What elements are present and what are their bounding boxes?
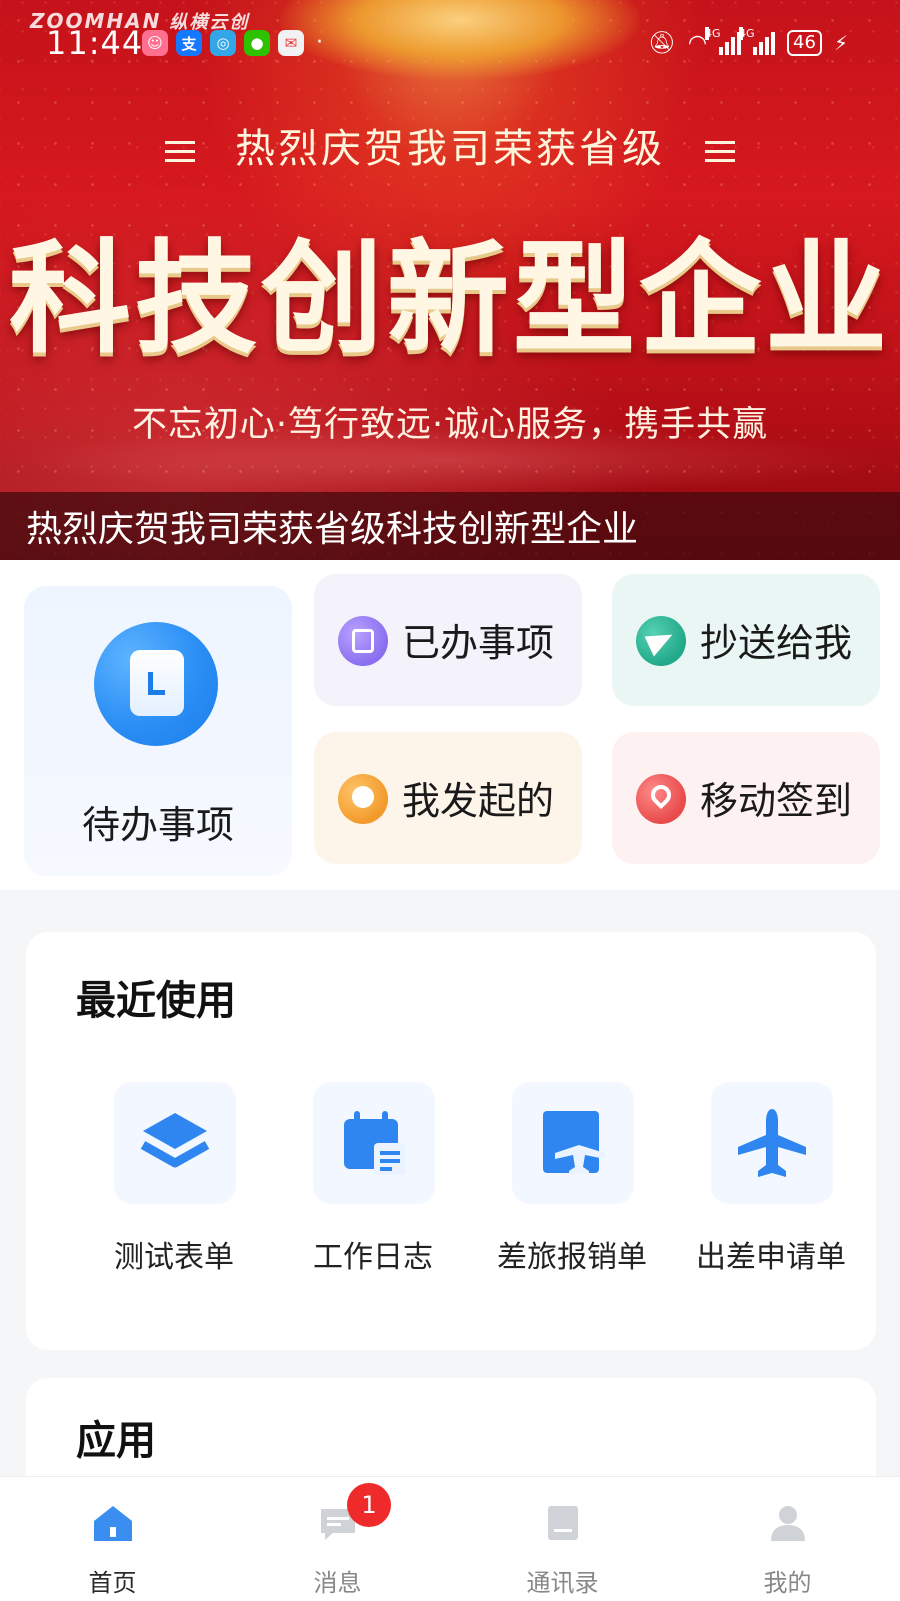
paper-plane-icon: [636, 616, 686, 666]
todo-card[interactable]: 待办事项: [24, 586, 292, 876]
signal-icon: 4G: [705, 27, 742, 55]
checkin-label: 移动签到: [700, 779, 853, 823]
battery-indicator: 46: [787, 30, 822, 56]
quick-actions: 待办事项 已办事项 抄送给我 我发起的 移动签到: [0, 560, 900, 890]
more-notifications-icon: ·: [316, 30, 323, 55]
promo-banner[interactable]: ZOOMHAN 纵横云创 11:44 ☺ 支 ◎ ● ✉ · 🔕︎ ◠ 4G 4G…: [0, 0, 900, 560]
nav-contacts[interactable]: 通讯录: [450, 1477, 675, 1601]
mute-bell-icon: 🔕︎: [647, 30, 676, 56]
wechat-icon: ●: [244, 30, 270, 56]
nav-home[interactable]: 首页: [0, 1477, 225, 1601]
mail-icon: ✉: [278, 30, 304, 56]
avatar-app-icon: ☺: [142, 30, 168, 56]
bottom-navigation: 首页 1 消息 通讯录 我的: [0, 1476, 900, 1601]
recent-item-test-form[interactable]: 测试表单: [74, 1082, 274, 1282]
message-badge: 1: [347, 1483, 391, 1527]
recent-item-trip-application[interactable]: 出差申请单: [671, 1082, 871, 1282]
nav-home-label: 首页: [88, 1569, 137, 1597]
apps-title: 应用: [76, 1418, 156, 1464]
layers-icon: [114, 1082, 236, 1204]
travel-reimburse-icon: [512, 1082, 634, 1204]
status-bar: 11:44 ☺ 支 ◎ ● ✉ · 🔕︎ ◠ 4G 4G 46 ⚡: [0, 22, 900, 68]
system-icons: 🔕︎ ◠ 4G 4G 46 ⚡: [647, 27, 848, 56]
nav-messages-label: 消息: [313, 1569, 362, 1597]
banner-headline-text: 热烈庆贺我司荣获省级: [235, 126, 665, 172]
menu-lines-right-icon: [705, 135, 735, 168]
recent-panel: 最近使用 测试表单 工作日志 差旅报销单 出差申请单: [26, 932, 876, 1350]
recent-item-label: 测试表单: [114, 1240, 234, 1275]
banner-caption: 热烈庆贺我司荣获省级科技创新型企业: [26, 509, 639, 550]
recent-item-label: 工作日志: [313, 1240, 433, 1275]
recent-item-work-log[interactable]: 工作日志: [273, 1082, 473, 1282]
checkin-card[interactable]: 移动签到: [612, 732, 880, 864]
status-time: 11:44: [46, 24, 144, 62]
signal-icon-2: 4G: [739, 27, 776, 55]
nav-contacts-label: 通讯录: [526, 1569, 599, 1597]
calendar-log-icon: [313, 1082, 435, 1204]
recent-item-travel-reimburse[interactable]: 差旅报销单: [472, 1082, 672, 1282]
done-items-icon: [338, 616, 388, 666]
browser-icon: ◎: [210, 30, 236, 56]
todo-label: 待办事项: [81, 803, 234, 847]
todo-clock-doc-icon: [94, 622, 218, 746]
initiated-label: 我发起的: [402, 779, 555, 823]
done-items-label: 已办事项: [402, 621, 555, 665]
nav-profile-label: 我的: [763, 1569, 812, 1597]
charging-icon: ⚡: [833, 31, 848, 55]
cc-to-me-label: 抄送给我: [700, 621, 853, 665]
notification-icons: ☺ 支 ◎ ● ✉ ·: [142, 30, 323, 56]
banner-caption-bar: 热烈庆贺我司荣获省级科技创新型企业: [0, 492, 900, 560]
initiated-card[interactable]: 我发起的: [314, 732, 582, 864]
alipay-icon: 支: [176, 30, 202, 56]
recent-title: 最近使用: [76, 978, 236, 1024]
initiated-user-icon: [338, 774, 388, 824]
nav-profile[interactable]: 我的: [675, 1477, 900, 1601]
signal-label: 4G: [705, 27, 721, 40]
contacts-icon: [548, 1506, 578, 1540]
recent-item-label: 出差申请单: [696, 1240, 846, 1275]
banner-big-title: 科技创新型企业: [9, 228, 891, 370]
cc-to-me-card[interactable]: 抄送给我: [612, 574, 880, 706]
banner-headline: 热烈庆贺我司荣获省级: [0, 116, 900, 174]
signal-label-2: 4G: [739, 27, 755, 40]
done-items-card[interactable]: 已办事项: [314, 574, 582, 706]
menu-lines-left-icon: [165, 135, 195, 168]
location-pin-icon: [636, 774, 686, 824]
home-icon: [94, 1506, 132, 1541]
banner-slogan: 不忘初心·笃行致远·诚心服务，携手共赢: [131, 405, 769, 445]
recent-item-label: 差旅报销单: [497, 1240, 647, 1275]
nav-messages[interactable]: 1 消息: [225, 1477, 450, 1601]
profile-icon: [771, 1506, 805, 1541]
airplane-icon: [711, 1082, 833, 1204]
